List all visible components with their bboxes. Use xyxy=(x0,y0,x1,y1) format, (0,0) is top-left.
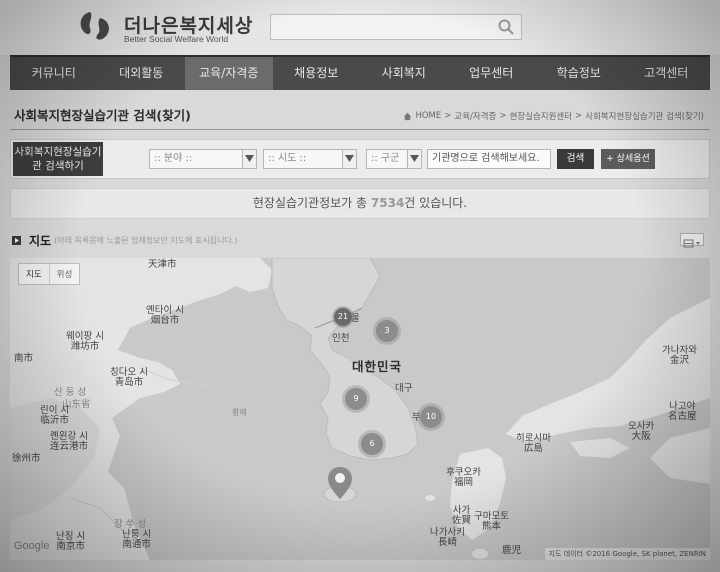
search-panel: 사회복지현장실습기관 검색하기 :: 분야 :: :: 시도 :: :: 구군 … xyxy=(10,139,710,179)
breadcrumb-current: 사회복지현장실습기관 검색(찾기) xyxy=(585,112,704,122)
category-select[interactable]: :: 분야 :: xyxy=(149,149,257,169)
map-label-hiroshima: 히로시마 広島 xyxy=(516,433,551,454)
map-label-korea: 대한민국 xyxy=(352,359,403,374)
map-label-seoul: 울 xyxy=(351,313,360,324)
map-type-satellite-button[interactable]: 위성 xyxy=(48,264,80,284)
breadcrumb-separator: > xyxy=(444,111,452,121)
map-cluster-marker[interactable]: 6 xyxy=(361,433,383,455)
district-select[interactable]: :: 구군 xyxy=(366,149,422,169)
logo-english-text: Better Social Welfare World xyxy=(124,34,229,44)
logo-mark-icon xyxy=(80,12,109,40)
nav-item-external-activities[interactable]: 대외활동 xyxy=(98,57,186,90)
map-label-linyi: 린이 시 临沂市 xyxy=(40,405,70,426)
result-count: 7534 xyxy=(370,196,405,210)
breadcrumb-education[interactable]: 교육/자격증 xyxy=(454,110,496,122)
map-label-kumamoto: 구마모토 熊本 xyxy=(474,511,509,532)
breadcrumb: HOME > 교육/자격증 > 현장실습지원센터 > 사회복지현장실습기관 검색… xyxy=(403,110,704,122)
page-title: 사회복지현장실습기관 검색(찾기) xyxy=(14,108,191,123)
search-icon[interactable] xyxy=(497,18,515,36)
google-logo: Google xyxy=(14,540,50,552)
province-select[interactable]: :: 시도 :: xyxy=(263,149,357,169)
list-view-toggle[interactable] xyxy=(680,233,704,248)
map-label-jinan: 南市 xyxy=(14,353,34,364)
site-logo[interactable]: 더나은복지세상 Better Social Welfare World xyxy=(76,10,266,46)
result-suffix: 건 있습니다. xyxy=(404,196,468,210)
map-label-kagoshima: 鹿児 xyxy=(502,545,522,556)
map-label-qingdao: 칭다오 시 青岛市 xyxy=(110,367,148,388)
detail-options-button[interactable]: + 상세옵션 xyxy=(601,149,655,169)
result-prefix: 현장실습기관정보가 총 xyxy=(252,196,371,210)
map-cluster-marker[interactable]: 21 xyxy=(334,308,352,326)
map-label-tianjin: 天津市 xyxy=(148,259,177,270)
breadcrumb-home[interactable]: HOME xyxy=(415,111,441,121)
map-label-saga: 사가 佐賀 xyxy=(452,505,472,526)
category-select-value: :: 분야 :: xyxy=(154,153,193,164)
map-label-daegu: 대구 xyxy=(395,383,413,394)
site-header: 더나은복지세상 Better Social Welfare World xyxy=(0,0,720,55)
map-label-fukuoka: 후쿠오카 福岡 xyxy=(446,467,481,488)
result-count-bar: 현장실습기관정보가 총 7534건 있습니다. xyxy=(10,188,710,219)
chevron-down-icon xyxy=(242,150,256,168)
map-section-title: 지도 xyxy=(29,233,52,248)
breadcrumb-separator: > xyxy=(575,111,583,121)
nav-item-community[interactable]: 커뮤니티 xyxy=(10,57,98,90)
breadcrumb-practicum-center[interactable]: 현장실습지원센터 xyxy=(509,110,572,122)
nav-item-work-center[interactable]: 업무센터 xyxy=(448,57,536,90)
map-label-nagoya: 나고야 名古屋 xyxy=(668,401,697,422)
map-section-header: 지도 (아래 목록몸에 노출된 업체정보만 지도에 표시됩니다.) xyxy=(12,232,238,248)
map-label-nantong: 난퉁 시 南通市 xyxy=(122,529,152,550)
map-label-incheon: 인천 xyxy=(332,333,350,344)
map-label-nanjing: 난징 시 南京市 xyxy=(56,531,86,552)
map-label-weifang: 웨이팡 시 潍坊市 xyxy=(66,331,104,352)
map-label-kanazawa: 가나자와 金沢 xyxy=(662,345,697,366)
province-select-value: :: 시도 :: xyxy=(268,153,307,164)
map-cluster-marker[interactable]: 9 xyxy=(345,388,367,410)
map-label-shandong: 산 둥 성 xyxy=(54,387,87,398)
map-type-switch: 지도 위성 xyxy=(18,263,81,285)
chevron-down-icon xyxy=(342,150,356,168)
main-nav: 커뮤니티 대외활동 교육/자격증 채용정보 사회복지 업무센터 학습정보 고객센… xyxy=(10,55,710,90)
nav-item-social-welfare[interactable]: 사회복지 xyxy=(360,57,448,90)
site-search-input[interactable] xyxy=(270,14,522,40)
nav-item-customer-center[interactable]: 고객센터 xyxy=(623,57,711,90)
map-label-xuzhou: 徐州市 xyxy=(12,453,41,464)
search-button[interactable]: 검색 xyxy=(557,149,594,169)
chevron-down-icon xyxy=(407,150,421,168)
nav-item-jobs[interactable]: 채용정보 xyxy=(273,57,361,90)
district-select-value: :: 구군 xyxy=(371,153,400,164)
map-cluster-marker[interactable]: 10 xyxy=(420,406,442,428)
map-type-map-button[interactable]: 지도 xyxy=(19,264,49,284)
google-map[interactable]: 지도 위성 天津市 옌타이 시 烟台市 웨이팡 시 潍坊市 칭다오 시 青岛市 … xyxy=(10,258,710,560)
nav-item-learning[interactable]: 학습정보 xyxy=(535,57,623,90)
map-label-weihai-yantai: 옌타이 시 烟台市 xyxy=(146,305,184,326)
nav-item-education[interactable]: 교육/자격증 xyxy=(185,57,273,90)
map-label-nagasaki: 나가사키 長崎 xyxy=(430,527,465,548)
play-bullet-icon xyxy=(12,235,21,245)
search-panel-label: 사회복지현장실습기관 검색하기 xyxy=(13,142,103,176)
breadcrumb-separator: > xyxy=(499,111,507,121)
map-cluster-marker[interactable]: 3 xyxy=(376,320,398,342)
keyword-input[interactable]: 기관명으로 검색해보세요. xyxy=(427,149,551,169)
list-icon xyxy=(683,239,700,248)
map-label-yellow-sea: 황해 xyxy=(232,408,247,417)
title-divider xyxy=(10,129,710,130)
map-pin-icon[interactable] xyxy=(328,467,352,499)
home-icon xyxy=(404,112,412,120)
map-label-osaka: 오사카 大阪 xyxy=(628,421,655,442)
map-section-note: (아래 목록몸에 노출된 업체정보만 지도에 표시됩니다.) xyxy=(54,235,238,245)
map-attribution: 지도 데이터 ©2016 Google, SK planet, ZENRIN xyxy=(544,548,710,560)
map-label-lianyungang: 롄윈강 시 连云港市 xyxy=(50,431,89,452)
